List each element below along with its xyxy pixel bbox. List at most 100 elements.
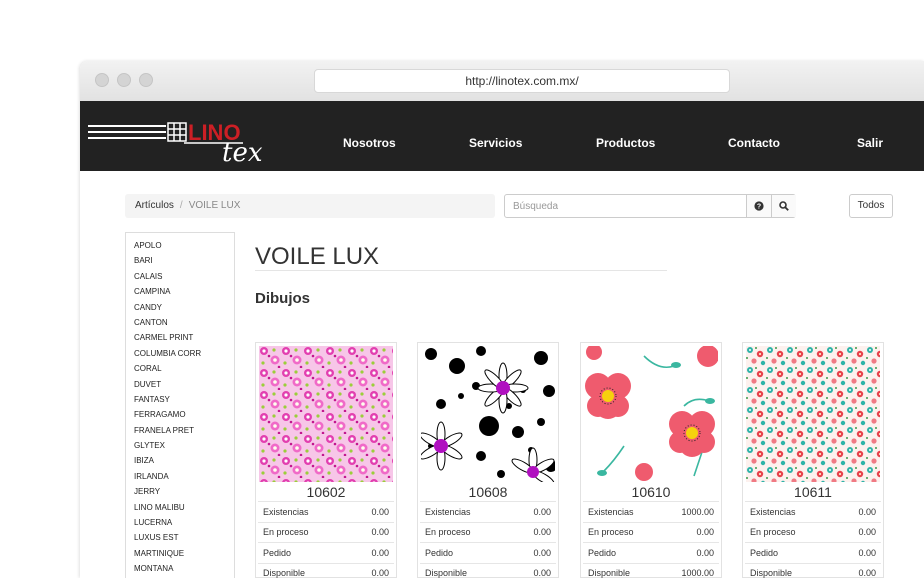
svg-text:?: ?: [757, 204, 761, 211]
sidebar-item-glytex[interactable]: GLYTEX: [134, 438, 234, 453]
nav-productos[interactable]: Productos: [596, 101, 655, 171]
stock-row: Disponible 0.00: [745, 562, 881, 578]
todos-button[interactable]: Todos: [849, 194, 893, 218]
site-navbar: LINO tex Nosotros Servicios Productos Co…: [80, 101, 924, 171]
fabric-swatch-image[interactable]: [746, 346, 880, 482]
maximize-window-dot[interactable]: [139, 73, 153, 87]
product-code: 10602: [306, 484, 346, 500]
sidebar-item-coral[interactable]: CORAL: [134, 361, 234, 376]
stock-value: 0.00: [696, 527, 714, 538]
stock-value: 0.00: [371, 568, 389, 578]
sidebar-item-fantasy[interactable]: FANTASY: [134, 392, 234, 407]
sidebar-item-montana[interactable]: MONTANA: [134, 561, 234, 576]
stock-row: Existencias 0.00: [745, 501, 881, 522]
sidebar-item-carmel-print[interactable]: CARMEL PRINT: [134, 330, 234, 345]
stock-label: Existencias: [750, 506, 796, 517]
stock-label: Pedido: [750, 547, 779, 558]
stock-value: 0.00: [858, 568, 876, 578]
stock-label: En proceso: [425, 527, 471, 538]
stock-label: Disponible: [425, 568, 468, 578]
page-title: VOILE LUX: [255, 243, 380, 270]
stock-label: Existencias: [588, 506, 634, 517]
stock-value: 0.00: [533, 547, 551, 558]
stock-row: En proceso 0.00: [583, 521, 719, 543]
teal-red-ditsy-floral-pattern: [746, 346, 880, 482]
stock-value: 0.00: [858, 527, 876, 538]
close-window-dot[interactable]: [95, 73, 109, 87]
stock-value: 1000.00: [681, 506, 714, 517]
fabric-swatch-image[interactable]: [259, 346, 393, 482]
product-code: 10611: [794, 484, 832, 500]
stock-label: Disponible: [588, 568, 631, 578]
stock-label: Existencias: [425, 506, 471, 517]
stock-table: Existencias 0.00 En proceso 0.00 Pedido 0.0…: [258, 501, 394, 578]
product-card[interactable]: 10608 Existencias 0.00 En proceso 0.00 Ped…: [417, 342, 559, 578]
sidebar-item-ibiza[interactable]: IBIZA: [134, 453, 234, 468]
stock-row: En proceso 0.00: [745, 521, 881, 543]
browser-chrome: http://linotex.com.mx/: [80, 61, 924, 102]
stock-label: En proceso: [263, 527, 309, 538]
stock-table: Existencias 0.00 En proceso 0.00 Pedido 0.0…: [420, 501, 556, 578]
nav-servicios[interactable]: Servicios: [469, 101, 522, 171]
sidebar-item-calais[interactable]: CALAIS: [134, 269, 234, 284]
stock-row: Pedido 0.00: [745, 542, 881, 563]
fabric-swatch-image[interactable]: [421, 346, 555, 482]
product-card[interactable]: 10602 Existencias 0.00 En proceso 0.00 Ped…: [255, 342, 397, 578]
address-bar[interactable]: http://linotex.com.mx/: [314, 69, 730, 93]
sidebar-item-campina[interactable]: CAMPINA: [134, 284, 234, 299]
stock-table: Existencias 1000.00 En proceso 0.00 Pedido…: [583, 501, 719, 578]
product-code: 10610: [631, 484, 671, 500]
stock-row: Disponible 0.00: [420, 562, 556, 578]
sidebar-item-candy[interactable]: CANDY: [134, 300, 234, 315]
stock-label: Disponible: [750, 568, 793, 578]
sidebar-item-canton[interactable]: CANTON: [134, 315, 234, 330]
breadcrumb-separator: /: [179, 200, 183, 211]
stock-value: 0.00: [371, 506, 389, 517]
stock-value: 0.00: [533, 506, 551, 517]
stock-label: Pedido: [425, 547, 454, 558]
sidebar-item-lino-malibu[interactable]: LINO MALIBU: [134, 500, 234, 515]
stock-row: Pedido 0.00: [258, 542, 394, 563]
sidebar-item-franela-pret[interactable]: FRANELA PRET: [134, 423, 234, 438]
stock-value: 1000.00: [681, 568, 714, 578]
sidebar-item-duvet[interactable]: DUVET: [134, 377, 234, 392]
sidebar-item-luxus-est[interactable]: LUXUS EST: [134, 530, 234, 545]
stock-value: 0.00: [371, 527, 389, 538]
stock-label: Pedido: [588, 547, 617, 558]
search-submit-button[interactable]: [771, 195, 796, 217]
sidebar-item-martinique[interactable]: MARTINIQUE: [134, 546, 234, 561]
question-circle-icon: ?: [754, 201, 764, 211]
stock-table: Existencias 0.00 En proceso 0.00 Pedido 0.0…: [745, 501, 881, 578]
stock-label: En proceso: [588, 527, 634, 538]
linotex-logo[interactable]: LINO tex: [88, 109, 278, 165]
stock-row: Existencias 0.00: [258, 501, 394, 522]
fabric-swatch-image[interactable]: [584, 346, 718, 482]
sidebar-item-bari[interactable]: BARI: [134, 253, 234, 268]
browser-window: http://linotex.com.mx/ LINO tex Nosotros…: [80, 61, 924, 578]
stock-label: Existencias: [263, 506, 309, 517]
nav-nosotros[interactable]: Nosotros: [343, 101, 396, 171]
minimize-window-dot[interactable]: [117, 73, 131, 87]
sidebar-item-jerry[interactable]: JERRY: [134, 484, 234, 499]
stock-value: 0.00: [858, 506, 876, 517]
coral-poppies-pattern: [584, 346, 718, 482]
search-help-button[interactable]: ?: [746, 195, 771, 217]
sidebar-item-lucerna[interactable]: LUCERNA: [134, 515, 234, 530]
product-card[interactable]: 10611 Existencias 0.00 En proceso 0.00 Ped…: [742, 342, 884, 578]
stock-value: 0.00: [533, 568, 551, 578]
breadcrumb-root-link[interactable]: Artículos: [135, 200, 174, 211]
sidebar-item-apolo[interactable]: APOLO: [134, 238, 234, 253]
product-card[interactable]: 10610 Existencias 1000.00 En proceso 0.00 …: [580, 342, 722, 578]
sidebar-item-columbia-corr[interactable]: COLUMBIA CORR: [134, 346, 234, 361]
search-input[interactable]: [505, 195, 745, 217]
page-content: Artículos / VOILE LUX ? Todos APOLO BARI C…: [80, 171, 924, 578]
sidebar-item-irlanda[interactable]: IRLANDA: [134, 469, 234, 484]
sidebar-item-ferragamo[interactable]: FERRAGAMO: [134, 407, 234, 422]
stock-row: Pedido 0.00: [420, 542, 556, 563]
nav-contacto[interactable]: Contacto: [728, 101, 780, 171]
black-dots-daisies-pattern: [421, 346, 555, 482]
nav-salir[interactable]: Salir: [857, 101, 883, 171]
stock-row: En proceso 0.00: [420, 521, 556, 543]
search-group: ?: [504, 194, 796, 218]
stock-row: En proceso 0.00: [258, 521, 394, 543]
